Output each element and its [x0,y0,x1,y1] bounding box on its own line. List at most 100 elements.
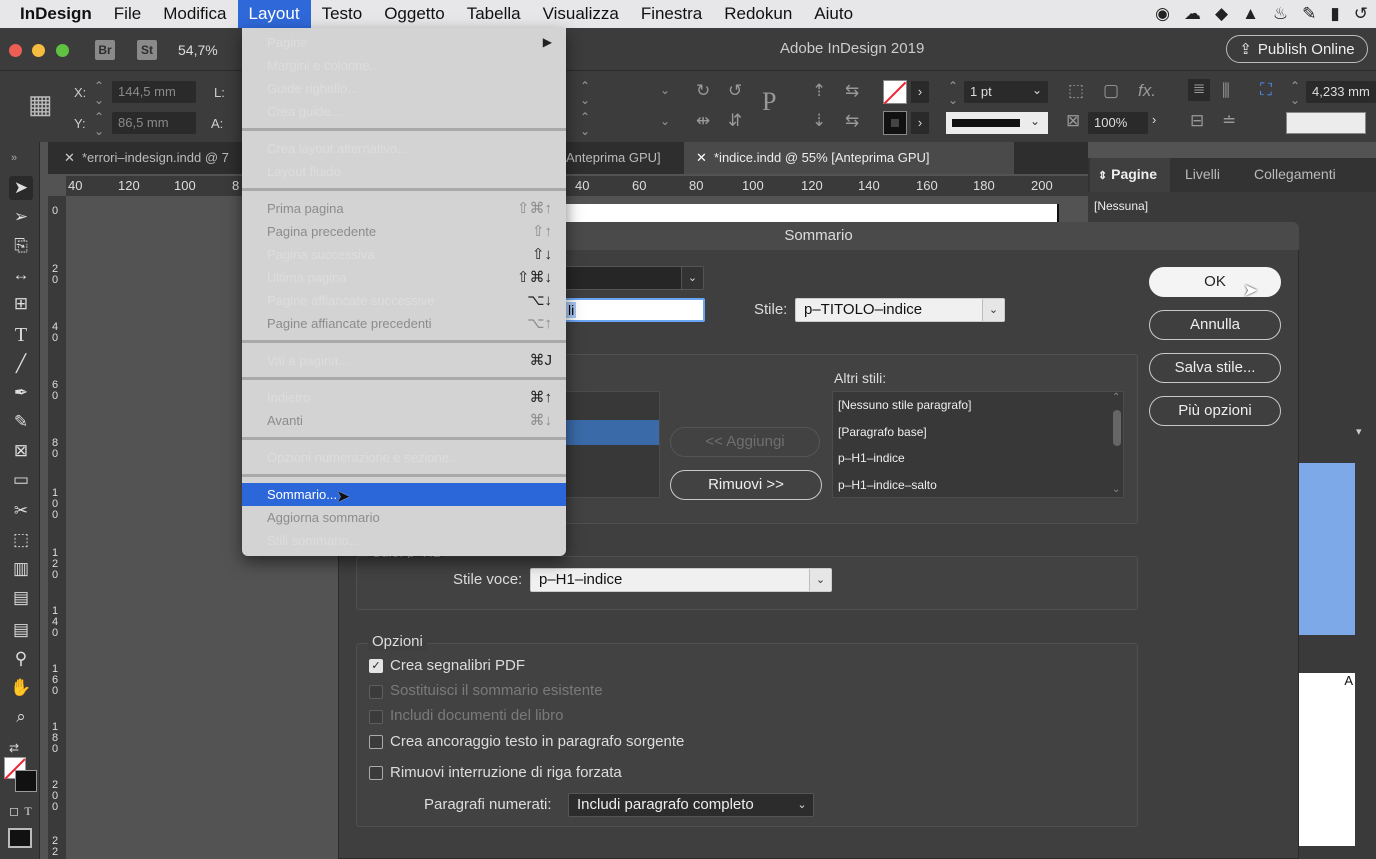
rectangle-frame-tool-icon[interactable]: ⊠ [9,439,33,463]
select-previous-icon[interactable]: ⇆ [845,81,859,101]
page-tool-icon[interactable]: ⎘ [9,234,33,258]
menu-modifica[interactable]: Modifica [152,0,237,28]
menu-file[interactable]: File [103,0,152,28]
y-stepper-icon[interactable]: ⌃ ⌄ [94,110,104,138]
select-container-icon[interactable]: ⇡ [812,81,826,101]
battery-icon[interactable]: ▮ [1330,4,1339,24]
menu-layout[interactable]: Layout [237,0,311,28]
formatting-text-icon[interactable]: T [20,799,36,823]
collapse-icon[interactable]: » [2,146,26,170]
cancel-button[interactable]: Annulla [1149,310,1281,340]
menu-item-indietro[interactable]: Indietro [267,386,310,409]
drive-icon[interactable]: ▲ [1242,4,1259,24]
close-window-icon[interactable] [9,44,22,57]
reference-point-icon[interactable]: ▦ [28,89,53,120]
content-collector-icon[interactable]: ⊞ [9,292,33,316]
align-icon[interactable]: ≣ [1188,79,1210,101]
selection-tool-icon[interactable]: ➤ [9,176,33,200]
list-item[interactable]: [Nessuno stile paragrafo] [838,398,971,412]
pdf-bookmarks-checkbox[interactable]: ✓ [369,659,383,673]
title-style-select[interactable]: p–TITOLO–indice ⌄ [795,298,1005,322]
select-next-icon[interactable]: ⇆ [845,111,859,131]
rectangle-tool-icon[interactable]: ▭ [9,468,33,492]
tab-collegamenti[interactable]: Collegamenti [1254,166,1336,182]
corner-options-icon[interactable]: ⬚ [1068,81,1084,101]
add-button[interactable]: << Aggiungi [670,427,820,457]
master-none[interactable]: [Nessuna] [1094,199,1148,213]
select-content-icon[interactable]: ⇣ [812,111,826,131]
page-thumbnail-selected[interactable] [1299,463,1355,635]
chevron-down-icon[interactable]: ⌄ [1032,83,1042,97]
style-swatch-box[interactable] [1286,112,1366,134]
zoom-tool-icon[interactable]: ⌕ [9,705,33,729]
flip-vertical-icon[interactable]: ⇵ [728,111,742,131]
menu-item-pagina-precedente[interactable]: Pagina precedente [267,220,376,243]
chevron-right-icon[interactable]: › [911,112,929,134]
menu-item-affiancate-precedenti[interactable]: Pagine affiancate precedenti [267,312,432,335]
spacing-field[interactable]: 4,233 mm [1306,81,1376,103]
stroke-type-select[interactable]: ⌄ [946,112,1048,134]
tab-pagine[interactable]: ⇕ Pagine [1098,166,1157,182]
menu-aiuto[interactable]: Aiuto [803,0,864,28]
menu-tabella[interactable]: Tabella [456,0,532,28]
fill-none-swatch[interactable] [883,80,907,105]
remove-button[interactable]: Rimuovi >> [670,470,822,500]
menu-testo[interactable]: Testo [311,0,374,28]
columns-icon[interactable]: ⫼ [1222,81,1230,101]
more-options-button[interactable]: Più opzioni [1149,396,1281,426]
record-icon[interactable]: ◉ [1155,4,1170,24]
bridge-icon[interactable]: Br [95,40,115,60]
scrollbar-thumb[interactable] [1113,410,1121,446]
menu-item-pagine[interactable]: Pagine [267,31,307,54]
stroke-color-icon[interactable] [15,770,37,792]
menu-item-opzioni-numerazione[interactable]: Opzioni numerazione e sezione... [267,446,460,469]
ok-button[interactable]: OK [1149,267,1281,297]
entry-style-select[interactable]: p–H1–indice ⌄ [530,568,832,592]
x-stepper-icon[interactable]: ⌃ ⌄ [94,79,104,107]
note-tool-icon[interactable]: ▤ [9,618,33,642]
menu-redokun[interactable]: Redokun [713,0,803,28]
chevron-down-icon[interactable]: ▾ [1356,425,1362,438]
page-thumbnail[interactable]: A [1299,673,1355,846]
stroke-stepper-icon[interactable]: ⌃ ⌄ [948,79,958,107]
other-styles-list[interactable]: [Nessuno stile paragrafo] [Paragrafo bas… [832,391,1124,498]
stepper-icon[interactable]: ⌃ ⌄ [580,79,590,107]
flame-icon[interactable]: ♨ [1273,4,1288,24]
stroke-swatch[interactable] [883,111,907,135]
menu-app-indesign[interactable]: InDesign [0,0,103,28]
text-wrap-icon[interactable]: ⊟ [1190,111,1204,131]
flip-horizontal-icon[interactable]: ⇹ [696,111,710,131]
menu-item-crea-guide[interactable]: Crea guide... [267,100,341,123]
free-transform-tool-icon[interactable]: ⬚ [9,528,33,552]
list-item[interactable]: [Paragrafo base] [838,425,927,439]
hand-tool-icon[interactable]: ✋ [9,676,33,700]
menu-finestra[interactable]: Finestra [630,0,713,28]
save-style-button[interactable]: Salva stile... [1149,353,1281,383]
menu-item-guide-righello[interactable]: Guide righello... [267,77,358,100]
fx-icon[interactable]: fx. [1138,81,1156,101]
script-icon[interactable]: ✎ [1302,4,1316,24]
chevron-down-icon[interactable]: ⌄ [660,114,670,128]
y-field[interactable]: 86,5 mm [112,112,196,134]
toc-style-select[interactable]: ⌄ [560,266,704,290]
type-tool-icon[interactable]: T [9,323,33,347]
eyedropper-tool-icon[interactable]: ⚲ [9,647,33,671]
spacing-stepper-icon[interactable]: ⌃ ⌄ [1290,79,1300,107]
menu-visualizza[interactable]: Visualizza [532,0,630,28]
tab-errori-indesign[interactable]: ✕ *errori–indesign.indd @ 7 [52,142,242,174]
tab-livelli[interactable]: Livelli [1185,166,1220,182]
line-tool-icon[interactable]: ╱ [9,352,33,376]
scroll-down-icon[interactable]: ⌄ [1112,484,1120,495]
opacity-field[interactable]: 100% [1088,112,1148,134]
creative-cloud-icon[interactable]: ☁ [1184,4,1201,24]
zoom-level[interactable]: 54,7% [178,42,218,58]
menu-item-sommario[interactable]: Sommario... [267,483,337,506]
numbered-paragraphs-select[interactable]: Includi paragrafo completo ⌄ [568,793,814,817]
menu-item-vai-a-pagina[interactable]: Vai a pagina... [267,349,349,372]
frame-fit-icon[interactable]: ⛶ [1260,80,1272,100]
text-anchor-checkbox[interactable] [369,735,383,749]
direct-selection-tool-icon[interactable]: ➢ [9,205,33,229]
chevron-down-icon[interactable]: ⌄ [660,83,670,97]
rotate-ccw-icon[interactable]: ↺ [728,81,742,101]
menu-item-affiancate-successive[interactable]: Pagine affiancate successive [267,289,434,312]
